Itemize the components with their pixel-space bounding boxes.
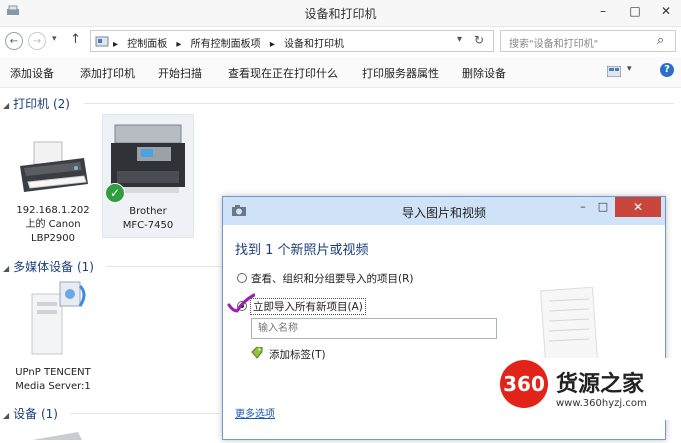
device-brother-printer[interactable]: ✓ Brother MFC-7450 (102, 114, 194, 238)
maximize-button[interactable]: □ (620, 0, 650, 22)
close-button[interactable]: ✕ (651, 0, 681, 22)
group-divider (70, 413, 220, 414)
add-device-button[interactable]: 添加设备 (10, 65, 54, 81)
printer-icon (14, 138, 92, 202)
back-button[interactable]: ← (5, 32, 23, 50)
breadcrumb-sep: ▸ (176, 39, 182, 50)
view-dropdown-icon[interactable]: ▾ (627, 64, 632, 74)
add-tags-link[interactable]: 添加标签(T) (269, 347, 326, 362)
search-box[interactable]: 搜索"设备和打印机" ⌕ (500, 30, 676, 52)
group-multimedia-header[interactable]: ◢ 多媒体设备 (1) (3, 258, 94, 275)
device-label-line: MFC-7450 (122, 220, 174, 231)
breadcrumb: ▸ 控制面板 ▸ 所有控制面板项 ▸ 设备和打印机 (113, 35, 350, 50)
up-button[interactable]: ↑ (70, 32, 81, 47)
forward-button[interactable]: → (28, 32, 46, 50)
print-server-properties-button[interactable]: 打印服务器属性 (362, 65, 439, 81)
more-options-link[interactable]: 更多选项 (235, 405, 275, 420)
address-history-dropdown[interactable]: ▾ (457, 34, 462, 45)
dialog-close-button[interactable]: ✕ (615, 197, 661, 217)
breadcrumb-control-panel[interactable]: 控制面板 (127, 39, 167, 50)
navigation-bar: ← → ▾ ↑ ▸ 控制面板 ▸ 所有控制面板项 ▸ 设备和打印机 ▾ ↻ 搜索… (0, 27, 681, 55)
breadcrumb-devices-printers[interactable]: 设备和打印机 (284, 39, 344, 50)
control-panel-icon (95, 34, 109, 48)
device-label-line: 上的 Canon (25, 219, 81, 230)
help-icon[interactable]: ? (660, 63, 674, 77)
dialog-maximize-button[interactable]: □ (593, 197, 613, 217)
watermark-name: 货源之家 (556, 372, 645, 397)
radio-review-items[interactable] (237, 273, 247, 283)
add-printer-button[interactable]: 添加打印机 (80, 65, 135, 81)
breadcrumb-all-items[interactable]: 所有控制面板项 (191, 39, 261, 50)
view-options-icon[interactable] (606, 65, 622, 78)
refresh-button[interactable]: ↻ (474, 33, 484, 47)
group-devices-label: 设备 (1) (13, 407, 58, 421)
group-printers-label: 打印机 (2) (13, 97, 70, 111)
address-bar[interactable]: ▸ 控制面板 ▸ 所有控制面板项 ▸ 设备和打印机 ▾ ↻ (90, 30, 494, 52)
collapse-arrow-icon: ◢ (3, 101, 10, 110)
breadcrumb-sep: ▸ (113, 39, 119, 50)
option-review-label[interactable]: 查看、组织和分组要导入的项目(R) (251, 271, 414, 286)
device-canon-printer[interactable]: 192.168.1.202 上的 Canon LBP2900 (10, 132, 96, 252)
collapse-arrow-icon: ◢ (3, 411, 10, 420)
device-label-line: Brother (129, 206, 167, 217)
device-label-line: LBP2900 (31, 233, 75, 244)
group-divider (84, 103, 674, 104)
dialog-minimize-button[interactable]: – (573, 197, 593, 217)
device-partial-icon[interactable] (28, 426, 82, 440)
see-whats-printing-button[interactable]: 查看现在正在打印什么 (228, 65, 338, 81)
tag-icon (251, 346, 263, 359)
device-label-line: 192.168.1.202 (16, 205, 90, 216)
media-server-icon (22, 280, 92, 360)
window-titlebar: 设备和打印机 – □ ✕ (0, 0, 681, 27)
dialog-heading: 找到 1 个新照片或视频 (235, 243, 369, 258)
start-scan-button[interactable]: 开始扫描 (158, 65, 202, 81)
device-upnp-media-server[interactable]: UPnP TENCENT Media Server:1 (8, 276, 98, 396)
group-divider (106, 266, 222, 267)
remove-device-button[interactable]: 删除设备 (462, 65, 506, 81)
breadcrumb-sep: ▸ (269, 39, 275, 50)
default-printer-check-icon: ✓ (105, 183, 125, 203)
collapse-arrow-icon: ◢ (3, 264, 10, 273)
search-icon[interactable]: ⌕ (657, 33, 664, 48)
search-placeholder: 搜索"设备和打印机" (509, 39, 599, 50)
purple-checkmark-annotation (227, 293, 256, 315)
name-input[interactable] (256, 322, 496, 335)
window-title: 设备和打印机 (304, 7, 377, 21)
group-devices-header[interactable]: ◢ 设备 (1) (3, 405, 58, 422)
dialog-titlebar: 导入图片和视频 – □ ✕ (223, 197, 665, 225)
recent-pages-dropdown[interactable]: ▾ (52, 34, 57, 44)
group-multimedia-label: 多媒体设备 (1) (13, 260, 94, 274)
group-printers-header[interactable]: ◢ 打印机 (2) (3, 95, 70, 112)
photo-thumbnail (539, 286, 599, 364)
option-import-all-label[interactable]: 立即导入所有新项目(A) (250, 298, 366, 315)
name-input-field[interactable] (251, 318, 497, 339)
minimize-button[interactable]: – (588, 0, 618, 22)
device-label-line: Media Server:1 (15, 381, 91, 392)
command-bar: 添加设备 添加打印机 开始扫描 查看现在正在打印什么 打印服务器属性 删除设备 … (0, 57, 681, 88)
watermark-url: www.360hyzj.com (556, 398, 647, 409)
device-label-line: UPnP TENCENT (15, 367, 91, 378)
watermark-logo: 360 (500, 360, 548, 408)
